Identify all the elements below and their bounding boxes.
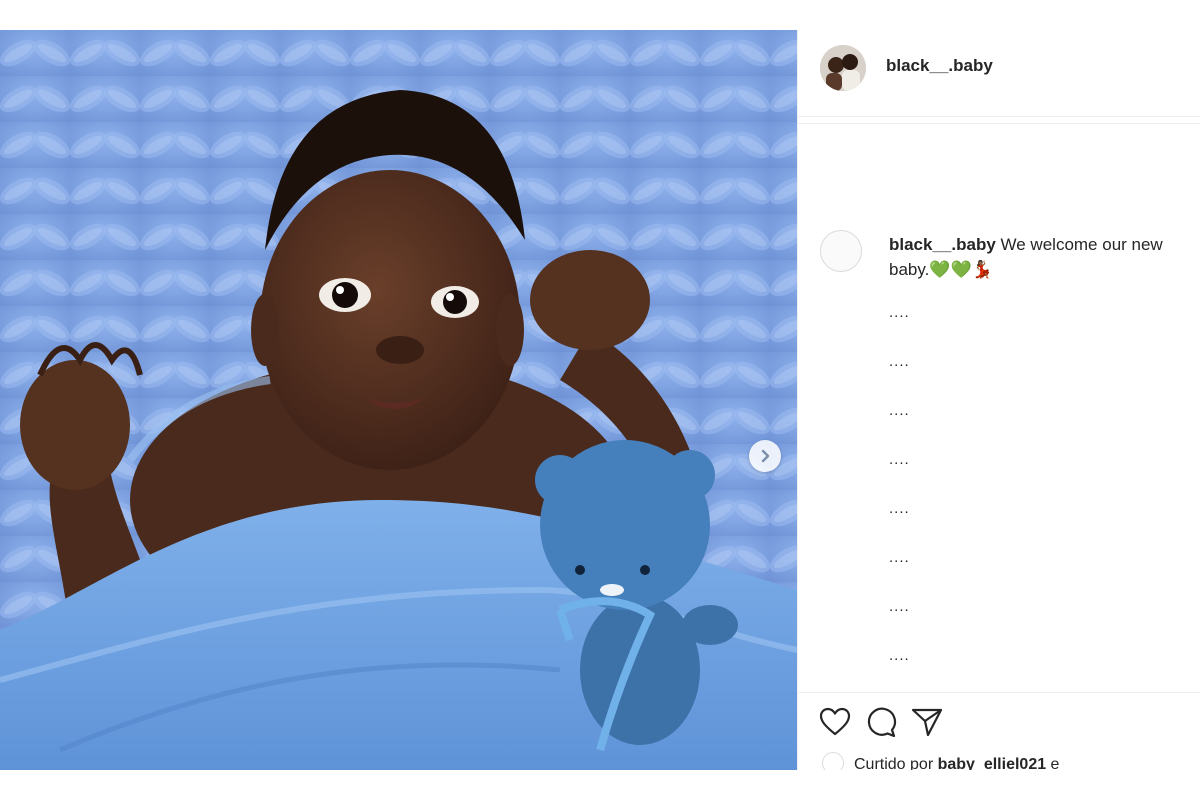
comment-placeholder: .... [889,353,910,370]
post-header: black__.baby [798,30,1200,117]
post-side-panel: black__.baby black__.baby We welcome our… [797,30,1200,774]
instagram-post: black__.baby black__.baby We welcome our… [0,0,1200,800]
comment-placeholder: .... [889,647,910,664]
baby-photo-illustration [0,30,797,770]
comment-button[interactable] [862,706,900,742]
panel-bottom-edge [797,770,1200,800]
author-avatar[interactable] [820,45,866,91]
post-photo[interactable] [0,30,797,770]
next-photo-button[interactable] [749,440,781,472]
comment-placeholder: .... [889,500,910,517]
comments-section: black__.baby We welcome our new baby.💚💚💃… [798,124,1200,698]
paper-plane-icon [911,707,943,742]
comment-placeholder: .... [889,549,910,566]
caption-avatar[interactable] [820,230,862,272]
comment-list: .... .... .... .... .... .... .... .... [889,304,910,696]
caption-username[interactable]: black__.baby [889,235,996,254]
chevron-right-icon [758,449,772,463]
comment-placeholder: .... [889,402,910,419]
post-caption: black__.baby We welcome our new baby.💚💚💃… [889,232,1194,282]
share-button[interactable] [908,706,946,742]
heart-icon [819,707,851,742]
actions-divider [798,692,1200,693]
author-username[interactable]: black__.baby [886,56,993,76]
comment-bubble-icon [865,706,897,743]
comment-placeholder: .... [889,451,910,468]
comment-placeholder: .... [889,598,910,615]
like-button[interactable] [816,706,854,742]
comment-placeholder: .... [889,304,910,321]
post-actions [816,706,946,742]
